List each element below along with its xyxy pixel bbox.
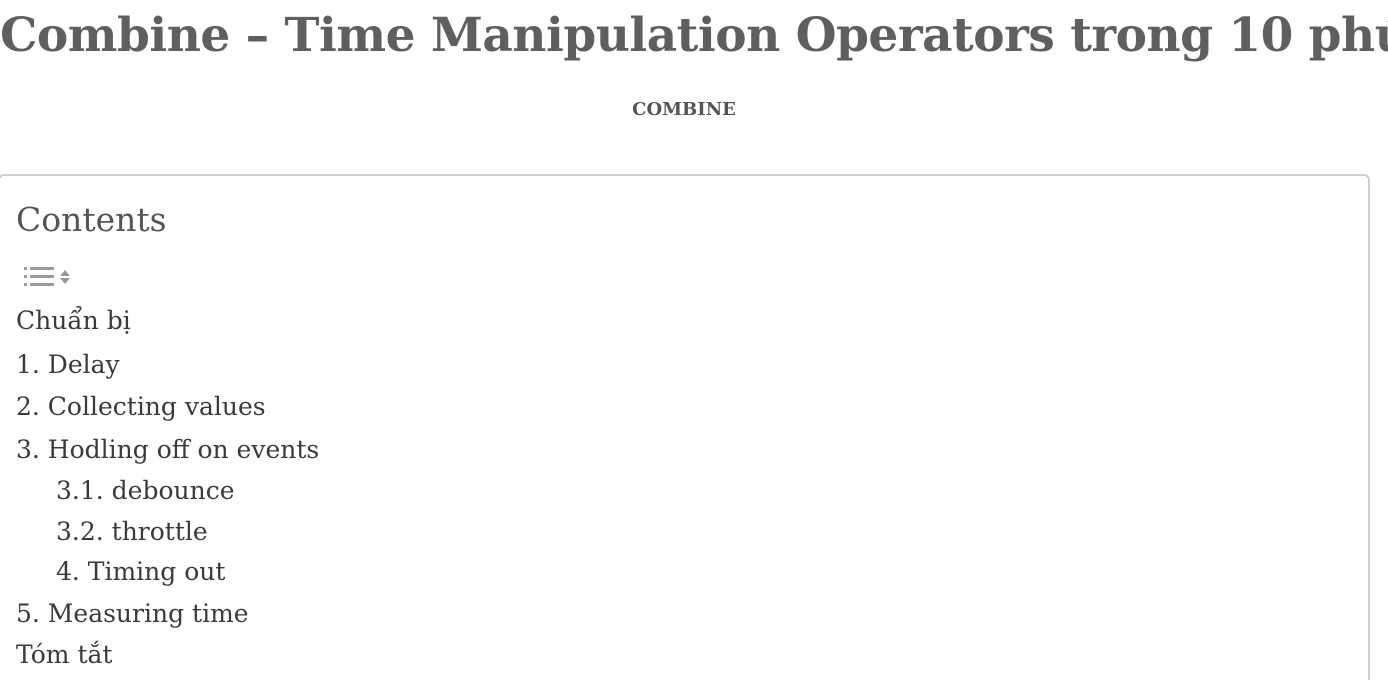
page-title: Combine – Time Manipulation Operators tr… (0, 8, 1388, 63)
toc-item-debounce[interactable]: 3.1. debounce (56, 476, 235, 505)
toc-item-chuan-bi[interactable]: Chuẩn bị (16, 306, 131, 335)
category-link[interactable]: COMBINE (0, 99, 1368, 120)
toc-title: Contents (16, 200, 167, 239)
toc-item-delay[interactable]: 1. Delay (16, 350, 120, 379)
list-icon (24, 264, 54, 290)
toc-item-collecting-values[interactable]: 2. Collecting values (16, 392, 266, 421)
toc-item-tom-tat[interactable]: Tóm tắt (16, 640, 112, 669)
sort-arrows-icon (59, 268, 71, 286)
toc-item-throttle[interactable]: 3.2. throttle (56, 517, 208, 546)
toc-toggle-button[interactable] (24, 262, 71, 292)
toc-item-measuring-time[interactable]: 5. Measuring time (16, 599, 249, 628)
toc-item-timing-out[interactable]: 4. Timing out (56, 557, 225, 586)
toc-item-holding-off-on-events[interactable]: 3. Hodling off on events (16, 435, 319, 464)
